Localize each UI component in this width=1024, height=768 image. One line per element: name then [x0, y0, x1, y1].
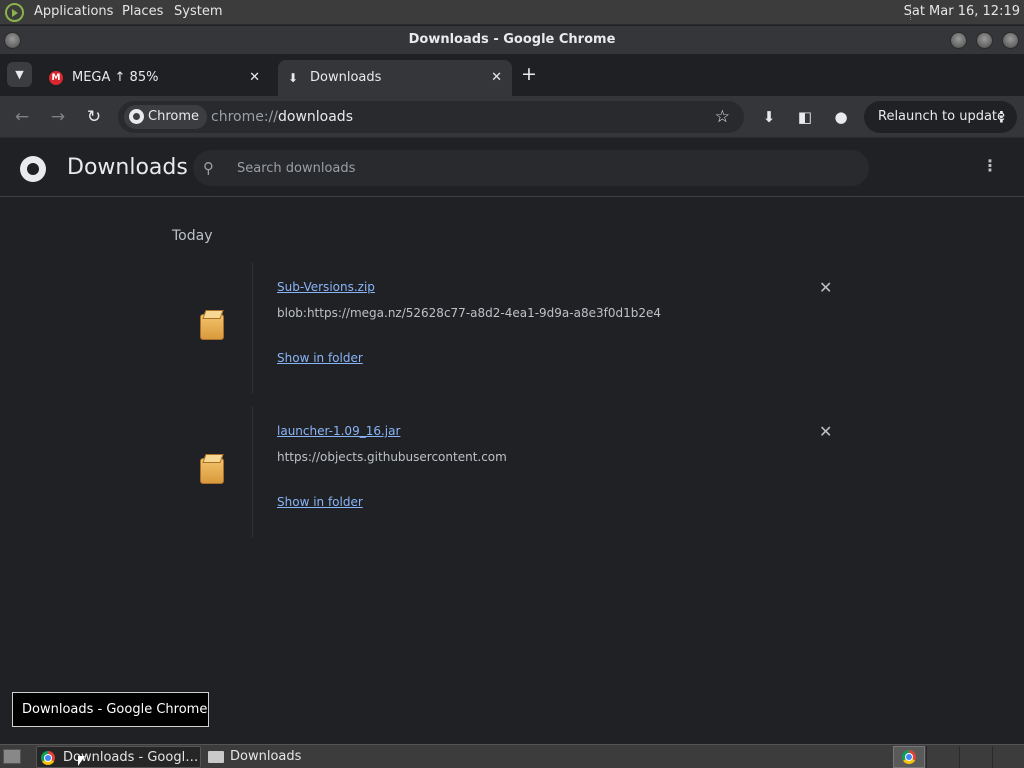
top-panel: Applications Places System Sat Mar 16, 1… — [0, 0, 1024, 25]
site-info-chip[interactable]: Chrome — [124, 105, 207, 129]
show-desktop-icon[interactable] — [3, 749, 21, 764]
distro-logo-icon[interactable] — [5, 3, 24, 22]
url-text[interactable]: chrome://downloads — [211, 101, 353, 133]
maximize-button[interactable] — [976, 32, 993, 49]
tab-strip: ▼ M MEGA ↑ 85% ✕ ⬇ Downloads ✕ + — [0, 54, 1024, 96]
file-name-link[interactable]: Sub-Versions.zip — [277, 280, 375, 294]
search-input[interactable] — [237, 150, 837, 186]
show-in-folder-link[interactable]: Show in folder — [277, 351, 363, 365]
workspace-1[interactable] — [893, 746, 925, 768]
search-icon: ⚲ — [203, 159, 214, 177]
package-icon — [200, 314, 224, 340]
downloads-button[interactable]: ⬇ — [756, 104, 782, 130]
menu-applications[interactable]: Applications — [34, 4, 113, 19]
taskbar-item-files[interactable]: Downloads — [206, 746, 356, 768]
tab-label: Downloads — [310, 70, 382, 85]
chrome-logo-icon — [902, 750, 916, 764]
tab-mega[interactable]: M MEGA ↑ 85% ✕ — [40, 60, 270, 96]
chevron-down-icon: ▼ — [15, 68, 24, 81]
downloads-header: Downloads ⚲ ⋮ — [0, 139, 1024, 197]
url-host: downloads — [278, 109, 353, 125]
minimize-button[interactable] — [950, 32, 967, 49]
menu-places[interactable]: Places — [122, 4, 163, 19]
download-item: Sub-Versions.zip blob:https://mega.nz/52… — [182, 262, 862, 402]
page-title: Downloads — [67, 155, 188, 180]
file-icon-column — [182, 262, 253, 394]
person-icon: ● — [834, 108, 848, 126]
new-tab-button[interactable]: + — [521, 62, 537, 86]
chrome-logo-icon — [41, 751, 55, 765]
arrow-right-icon: → — [50, 107, 66, 127]
close-icon[interactable]: ✕ — [491, 60, 502, 96]
reload-button[interactable]: ↻ — [81, 104, 107, 130]
workspace-2[interactable] — [926, 746, 958, 768]
bookmark-star-icon[interactable]: ☆ — [715, 101, 730, 133]
tab-label: MEGA ↑ 85% — [72, 70, 159, 85]
close-window-button[interactable] — [1002, 32, 1019, 49]
download-icon: ⬇ — [762, 108, 776, 126]
window-titlebar[interactable]: Downloads - Google Chrome — [0, 26, 1024, 54]
address-bar[interactable]: Chrome chrome://downloads ☆ — [118, 101, 744, 133]
file-source-url: https://objects.githubusercontent.com — [277, 450, 507, 464]
taskbar-item-chrome[interactable]: Downloads - Googl… — [36, 746, 201, 768]
remove-icon[interactable]: ✕ — [819, 422, 832, 441]
search-bar[interactable]: ⚲ — [193, 150, 869, 186]
tab-downloads[interactable]: ⬇ Downloads ✕ — [278, 60, 512, 96]
package-icon — [200, 458, 224, 484]
url-scheme: chrome:// — [211, 109, 278, 125]
file-name-link[interactable]: launcher-1.09_16.jar — [277, 424, 400, 438]
remove-icon[interactable]: ✕ — [819, 278, 832, 297]
reload-icon: ↻ — [86, 107, 102, 127]
file-icon-column — [182, 406, 253, 538]
chrome-logo-icon — [20, 156, 46, 182]
file-source-url: blob:https://mega.nz/52628c77-a8d2-4ea1-… — [277, 306, 662, 320]
taskbar-tooltip: Downloads - Google Chrome — [12, 692, 209, 727]
more-vert-icon[interactable]: ⋮ — [982, 156, 998, 175]
mouse-cursor-icon — [78, 756, 85, 766]
tab-search-button[interactable]: ▼ — [7, 62, 32, 87]
close-icon[interactable]: ✕ — [249, 60, 260, 96]
window-menu-button[interactable] — [4, 32, 21, 49]
side-panel-icon: ◧ — [797, 108, 813, 126]
mega-logo-icon: M — [49, 71, 63, 85]
date-section-label: Today — [172, 228, 213, 244]
download-item: launcher-1.09_16.jar https://objects.git… — [182, 406, 862, 546]
more-vert-icon[interactable]: ⋮ — [994, 101, 1009, 133]
profile-button[interactable]: ● — [828, 104, 854, 130]
workspace-4[interactable] — [992, 746, 1024, 768]
folder-icon — [208, 751, 224, 763]
download-icon: ⬇ — [288, 71, 299, 85]
taskbar-label: Downloads — [230, 749, 302, 764]
menu-system[interactable]: System — [174, 4, 222, 19]
chrome-logo-icon — [129, 109, 144, 124]
relaunch-label: Relaunch to update — [878, 109, 1006, 124]
clock[interactable]: Sat Mar 16, 12:19 — [904, 4, 1020, 19]
toolbar: ← → ↻ Chrome chrome://downloads ☆ ⬇ ◧ ● … — [0, 96, 1024, 138]
bottom-panel: Downloads - Googl… Downloads — [0, 744, 1024, 768]
relaunch-button[interactable]: Relaunch to update ⋮ — [864, 101, 1017, 133]
chip-label: Chrome — [148, 109, 199, 124]
show-in-folder-link[interactable]: Show in folder — [277, 495, 363, 509]
arrow-left-icon: ← — [14, 107, 30, 127]
workspace-3[interactable] — [959, 746, 991, 768]
window-title: Downloads - Google Chrome — [408, 32, 616, 47]
forward-button[interactable]: → — [45, 104, 71, 130]
side-panel-button[interactable]: ◧ — [792, 104, 818, 130]
plus-icon: + — [521, 63, 537, 85]
back-button[interactable]: ← — [9, 104, 35, 130]
